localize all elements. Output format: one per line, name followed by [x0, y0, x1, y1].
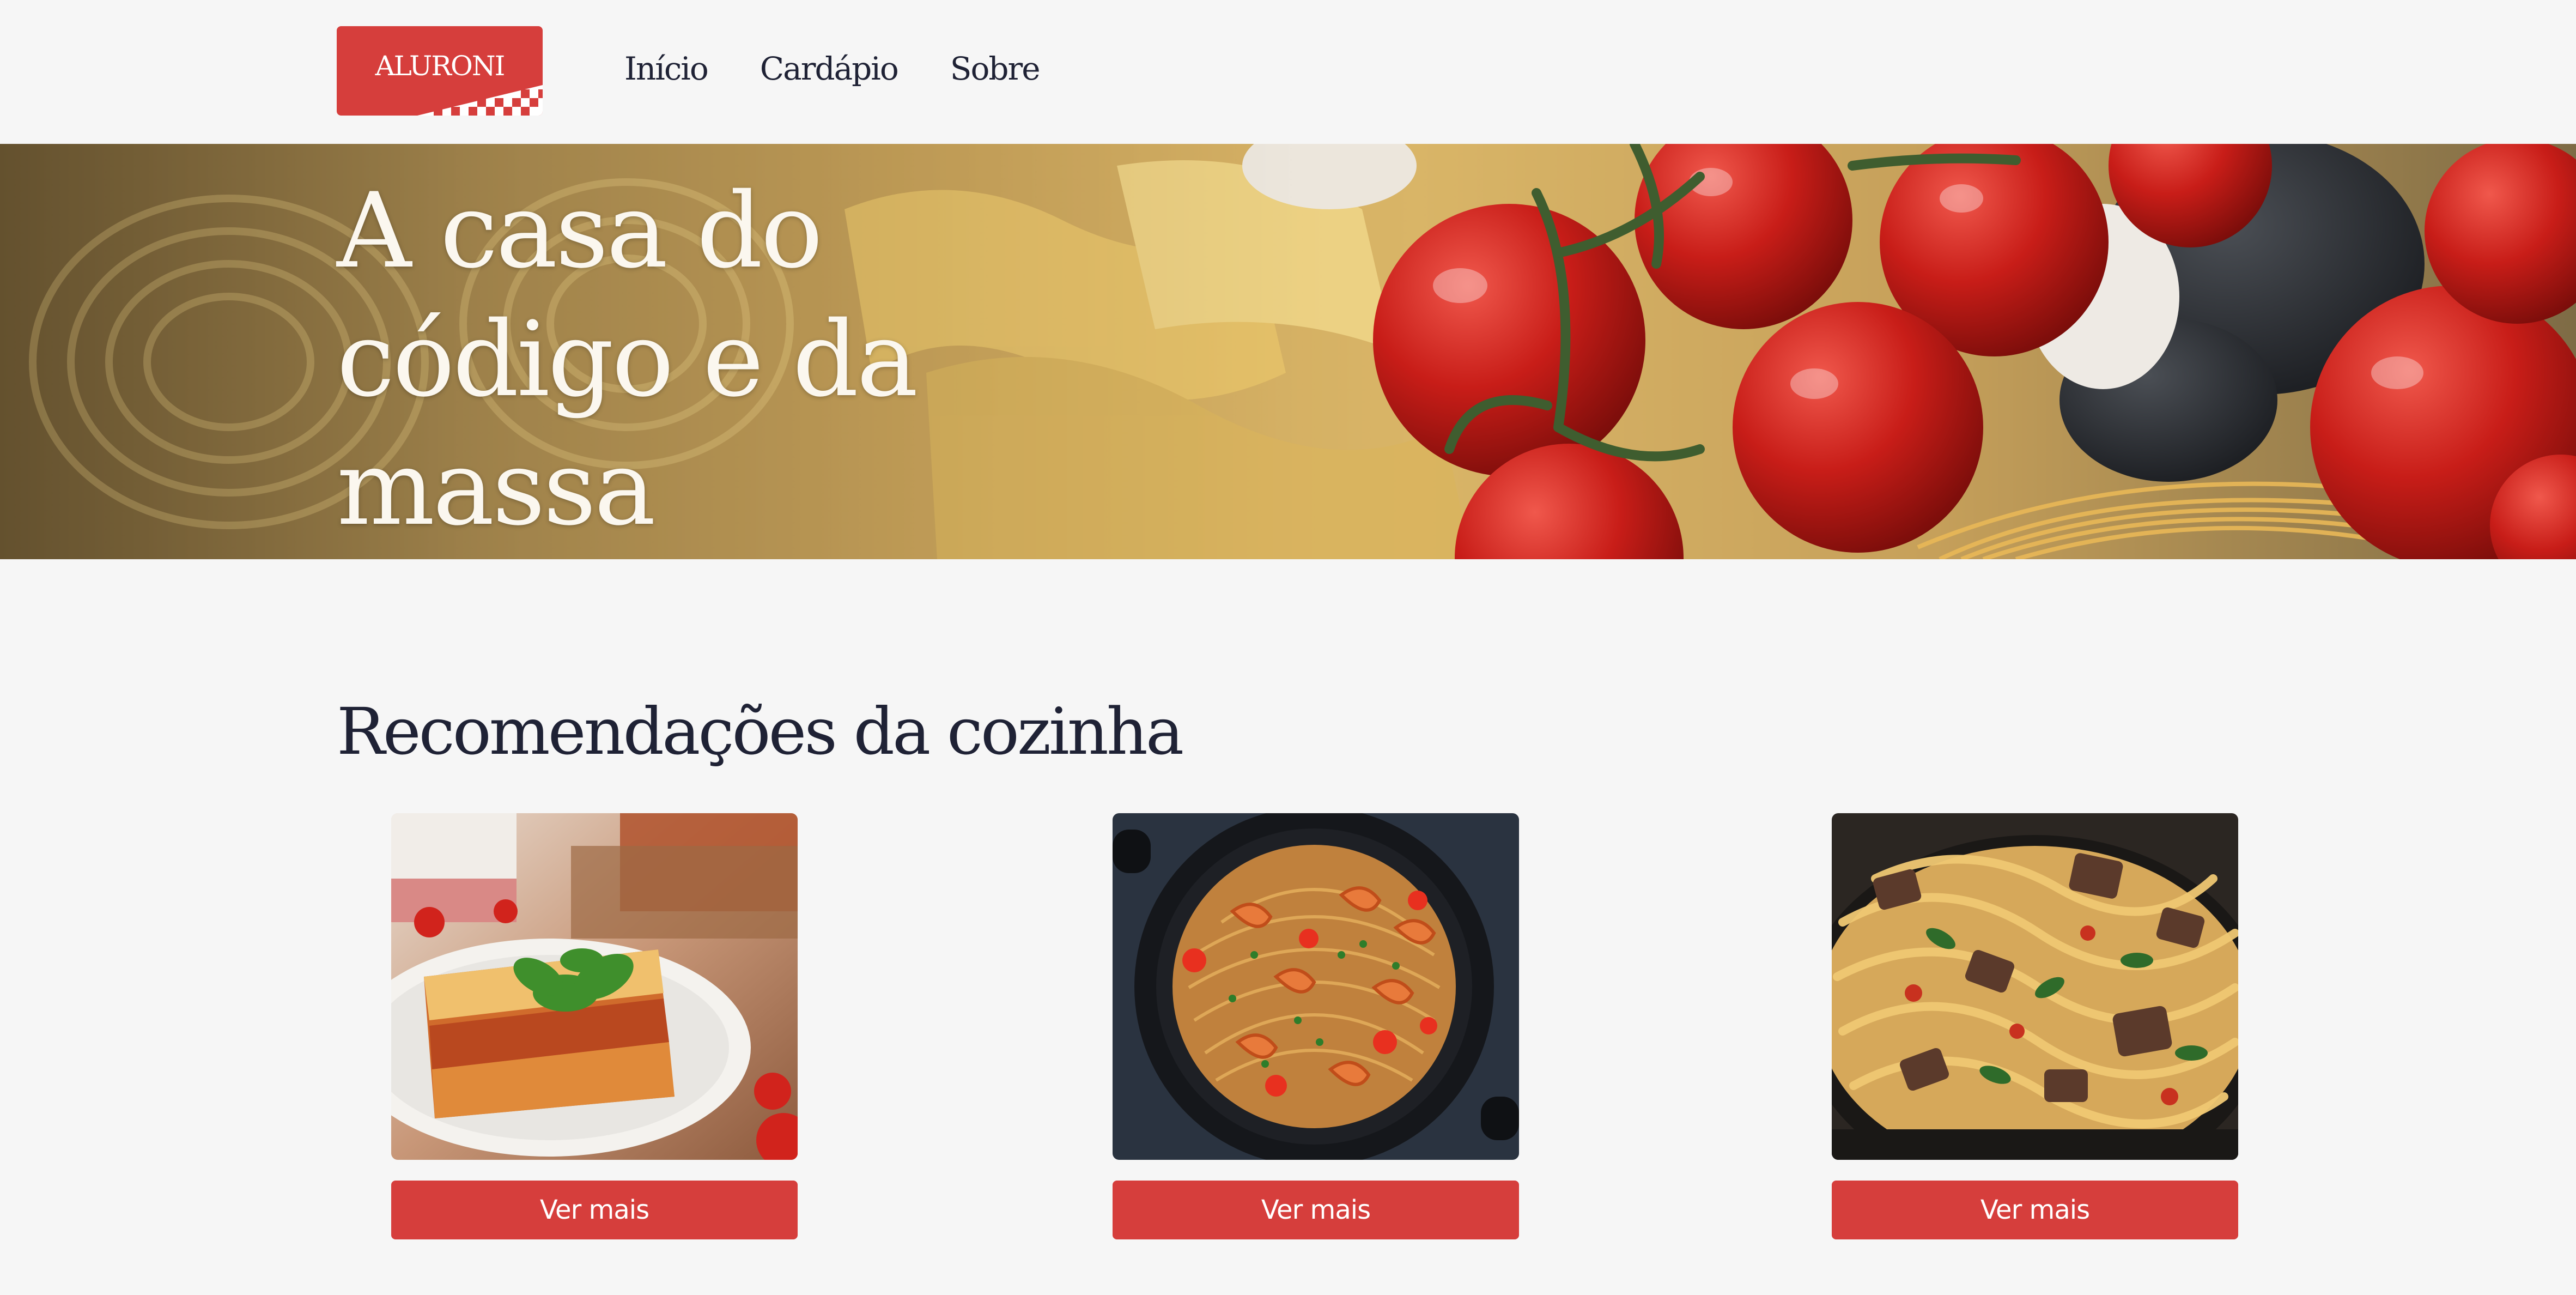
- shrimp-spaghetti-photo: [1113, 813, 1519, 1160]
- nav-link-sobre[interactable]: Sobre: [950, 48, 1041, 89]
- ver-mais-button[interactable]: Ver mais: [1113, 1181, 1519, 1239]
- ver-mais-button[interactable]: Ver mais: [1832, 1181, 2238, 1239]
- main-nav: Início Cardápio Sobre: [624, 48, 1092, 89]
- checkered-tablecloth-icon: [417, 85, 543, 116]
- nav-link-cardapio[interactable]: Cardápio: [760, 48, 899, 89]
- ver-mais-button[interactable]: Ver mais: [391, 1181, 798, 1239]
- recommendations-title: Recomendações da cozinha: [337, 694, 1184, 769]
- aluroni-logo[interactable]: ALURONI: [337, 26, 543, 116]
- hero-banner: A casa do código e da massa: [0, 144, 2576, 559]
- site-header: ALURONI Início Cardápio Sobre: [0, 0, 2576, 144]
- recommendation-card: Ver mais: [391, 813, 798, 1239]
- hero-title: A casa do código e da massa: [337, 171, 918, 548]
- recommendation-card: Ver mais: [1113, 813, 1519, 1239]
- lasagna-photo: [391, 813, 798, 1160]
- beef-fettuccine-photo: [1832, 813, 2238, 1160]
- nav-link-inicio[interactable]: Início: [624, 48, 709, 89]
- logo-text: ALURONI: [375, 50, 506, 82]
- recommendation-card: Ver mais: [1832, 813, 2238, 1239]
